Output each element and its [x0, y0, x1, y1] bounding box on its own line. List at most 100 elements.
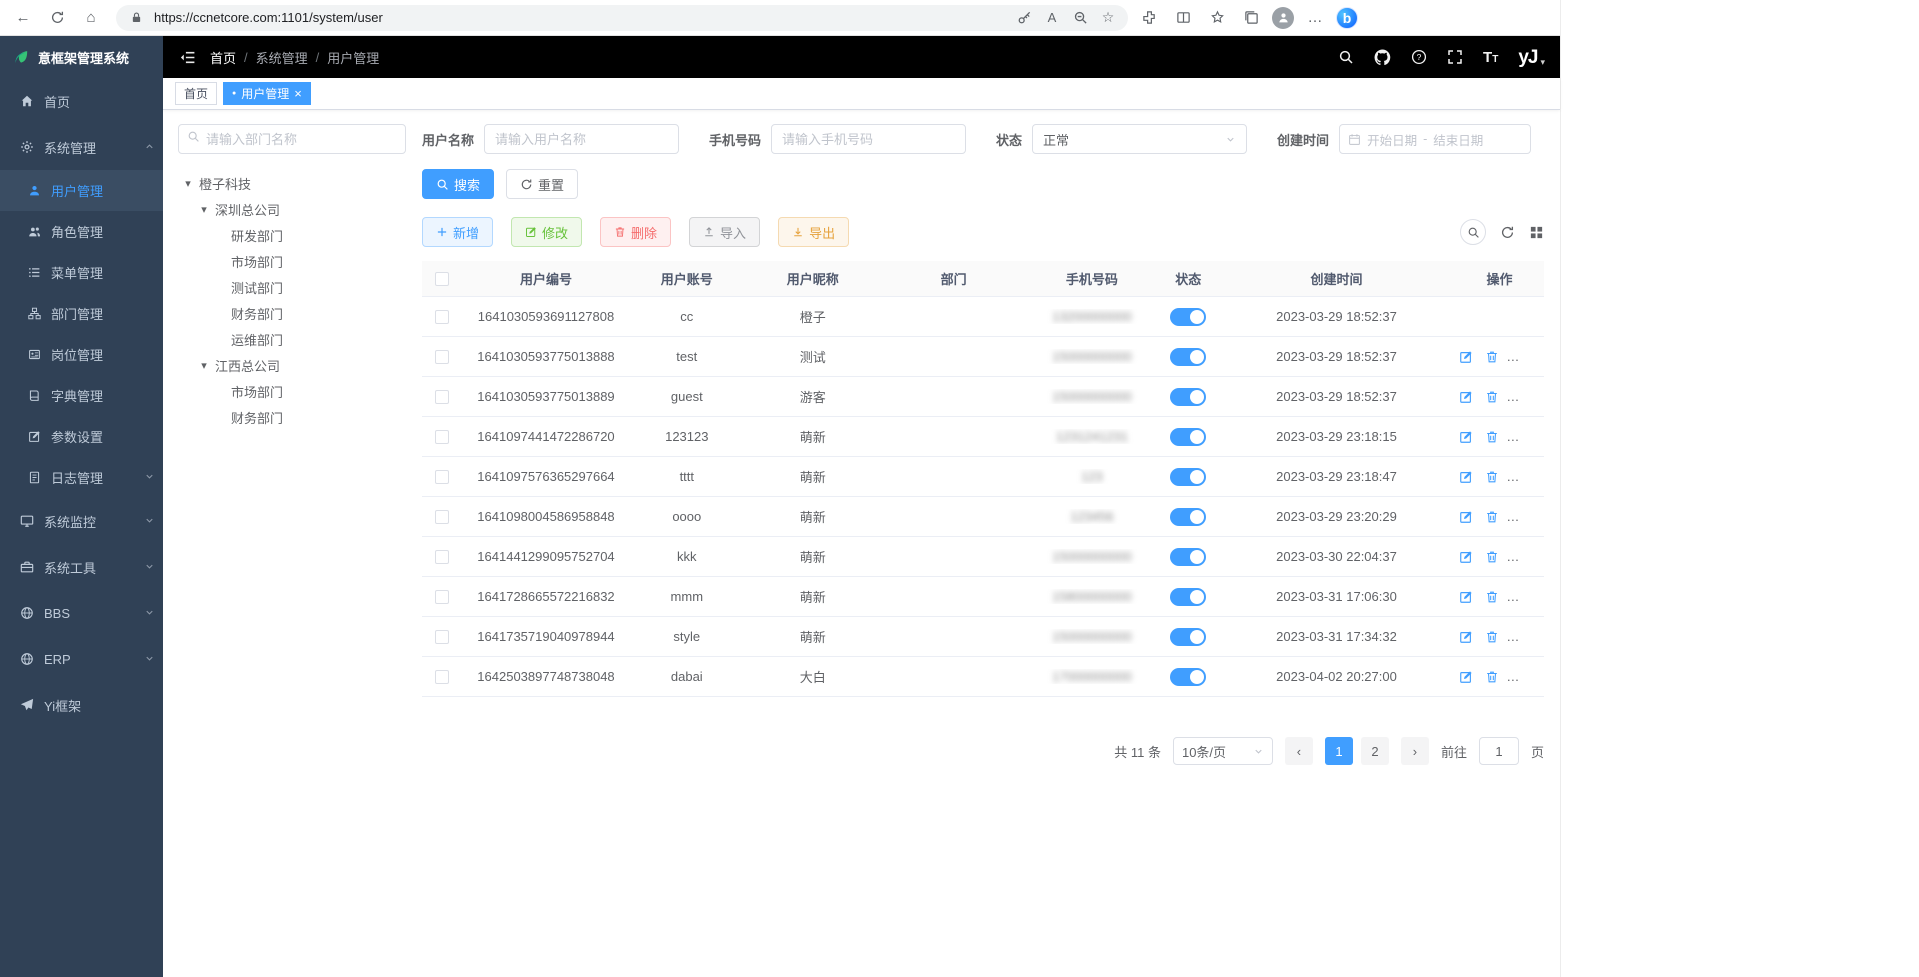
assign-role-icon[interactable]: [1536, 430, 1544, 444]
edit-icon[interactable]: [1459, 350, 1473, 364]
sidebar-item-tools[interactable]: 系统工具: [0, 544, 163, 590]
edit-icon[interactable]: [1459, 470, 1473, 484]
delete-icon[interactable]: [1485, 430, 1499, 444]
sidebar-item-log-mgmt[interactable]: 日志管理: [0, 457, 163, 498]
row-checkbox[interactable]: [435, 390, 449, 404]
add-button[interactable]: 新增: [422, 217, 493, 247]
status-toggle[interactable]: [1170, 628, 1206, 646]
date-range-picker[interactable]: 开始日期 - 结束日期: [1339, 124, 1531, 154]
home-icon[interactable]: ⌂: [78, 5, 104, 31]
username-input[interactable]: [484, 124, 679, 154]
status-toggle[interactable]: [1170, 388, 1206, 406]
row-checkbox[interactable]: [435, 630, 449, 644]
row-checkbox[interactable]: [435, 310, 449, 324]
delete-icon[interactable]: [1485, 630, 1499, 644]
assign-role-icon[interactable]: [1536, 350, 1544, 364]
tree-expand-caret-icon[interactable]: ▾: [198, 203, 210, 216]
phone-input[interactable]: [771, 124, 966, 154]
assign-role-icon[interactable]: [1536, 590, 1544, 604]
sidebar-item-home[interactable]: 首页: [0, 78, 163, 124]
status-toggle[interactable]: [1170, 308, 1206, 326]
status-toggle[interactable]: [1170, 588, 1206, 606]
tree-node[interactable]: ▾运维部门: [178, 326, 406, 352]
favorites-bar-icon[interactable]: [1204, 5, 1230, 31]
status-toggle[interactable]: [1170, 348, 1206, 366]
tree-node[interactable]: ▾财务部门: [178, 404, 406, 430]
assign-role-icon[interactable]: [1536, 390, 1544, 404]
status-toggle[interactable]: [1170, 508, 1206, 526]
tree-node[interactable]: ▾市场部门: [178, 248, 406, 274]
tree-node[interactable]: ▾财务部门: [178, 300, 406, 326]
delete-icon[interactable]: [1485, 390, 1499, 404]
sidebar-item-yi-framework[interactable]: Yi框架: [0, 682, 163, 728]
breadcrumb-system[interactable]: 系统管理: [256, 48, 308, 67]
sidebar-collapse-icon[interactable]: [179, 49, 196, 66]
page-button[interactable]: 1: [1325, 737, 1353, 765]
tree-node[interactable]: ▾江西总公司: [178, 352, 406, 378]
close-tab-icon[interactable]: ×: [294, 87, 302, 100]
reset-password-icon[interactable]: [1510, 470, 1524, 484]
back-icon[interactable]: ←: [10, 5, 36, 31]
sidebar-item-post-mgmt[interactable]: 岗位管理: [0, 334, 163, 375]
reset-password-icon[interactable]: [1510, 510, 1524, 524]
collections-icon[interactable]: [1238, 5, 1264, 31]
status-select[interactable]: 正常: [1032, 124, 1247, 154]
search-icon[interactable]: [1338, 49, 1354, 65]
edit-icon[interactable]: [1459, 550, 1473, 564]
sidebar-item-menu-mgmt[interactable]: 菜单管理: [0, 252, 163, 293]
tree-node[interactable]: ▾测试部门: [178, 274, 406, 300]
row-checkbox[interactable]: [435, 470, 449, 484]
sidebar-item-user-mgmt[interactable]: 用户管理: [0, 170, 163, 211]
extensions-icon[interactable]: [1136, 5, 1162, 31]
tree-expand-caret-icon[interactable]: ▾: [182, 177, 194, 190]
row-checkbox[interactable]: [435, 550, 449, 564]
delete-icon[interactable]: [1485, 470, 1499, 484]
edit-icon[interactable]: [1459, 430, 1473, 444]
reset-password-icon[interactable]: [1510, 350, 1524, 364]
reset-password-icon[interactable]: [1510, 590, 1524, 604]
zoom-out-icon[interactable]: [1070, 8, 1090, 28]
department-search-box[interactable]: [178, 124, 406, 154]
breadcrumb-home[interactable]: 首页: [210, 48, 236, 67]
sidebar-item-bbs[interactable]: BBS: [0, 590, 163, 636]
page-size-select[interactable]: 10条/页: [1173, 737, 1273, 765]
table-refresh-icon[interactable]: [1500, 225, 1515, 240]
reset-password-icon[interactable]: [1510, 390, 1524, 404]
refresh-icon[interactable]: [44, 5, 70, 31]
delete-icon[interactable]: [1485, 510, 1499, 524]
sidebar-item-role-mgmt[interactable]: 角色管理: [0, 211, 163, 252]
search-button[interactable]: 搜索: [422, 169, 494, 199]
assign-role-icon[interactable]: [1536, 510, 1544, 524]
status-toggle[interactable]: [1170, 668, 1206, 686]
tree-node[interactable]: ▾深圳总公司: [178, 196, 406, 222]
reset-password-icon[interactable]: [1510, 550, 1524, 564]
sidebar-item-erp[interactable]: ERP: [0, 636, 163, 682]
edit-icon[interactable]: [1459, 630, 1473, 644]
sidebar-item-dict-mgmt[interactable]: 字典管理: [0, 375, 163, 416]
help-icon[interactable]: ?: [1411, 49, 1427, 65]
row-checkbox[interactable]: [435, 590, 449, 604]
status-toggle[interactable]: [1170, 428, 1206, 446]
export-button[interactable]: 导出: [778, 217, 849, 247]
sidebar-item-param-settings[interactable]: 参数设置: [0, 416, 163, 457]
reset-password-icon[interactable]: [1510, 630, 1524, 644]
edit-icon[interactable]: [1459, 590, 1473, 604]
modify-button[interactable]: 修改: [511, 217, 582, 247]
select-all-checkbox[interactable]: [435, 272, 449, 286]
assign-role-icon[interactable]: [1536, 670, 1544, 684]
delete-icon[interactable]: [1485, 550, 1499, 564]
table-search-toggle-icon[interactable]: [1460, 219, 1486, 245]
tree-node[interactable]: ▾橙子科技: [178, 170, 406, 196]
split-screen-icon[interactable]: [1170, 5, 1196, 31]
row-checkbox[interactable]: [435, 350, 449, 364]
assign-role-icon[interactable]: [1536, 630, 1544, 644]
password-key-icon[interactable]: [1014, 8, 1034, 28]
user-avatar-logo[interactable]: yJ ▾: [1518, 48, 1544, 67]
github-icon[interactable]: [1374, 49, 1391, 66]
sidebar-item-monitor[interactable]: 系统监控: [0, 498, 163, 544]
assign-role-icon[interactable]: [1536, 470, 1544, 484]
tree-node[interactable]: ▾市场部门: [178, 378, 406, 404]
url-text[interactable]: https://ccnetcore.com:1101/system/user: [154, 10, 1006, 25]
font-size-icon[interactable]: TT: [1483, 49, 1498, 66]
more-menu-icon[interactable]: …: [1302, 5, 1328, 31]
